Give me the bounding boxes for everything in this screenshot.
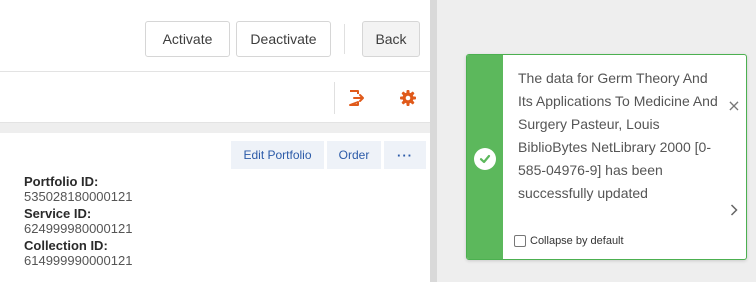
- deactivate-button[interactable]: Deactivate: [236, 21, 331, 57]
- portfolio-id-label: Portfolio ID:: [24, 174, 99, 189]
- chevron-right-icon[interactable]: [726, 200, 742, 220]
- icon-toolbar: [0, 72, 430, 123]
- portfolio-id-value: 535028180000121: [24, 189, 133, 204]
- pane-resize-handle[interactable]: [430, 0, 437, 282]
- collapse-label: Collapse by default: [530, 235, 624, 247]
- edit-portfolio-button[interactable]: Edit Portfolio: [231, 141, 324, 169]
- toolbar-divider: [344, 24, 345, 54]
- order-button[interactable]: Order: [327, 141, 381, 169]
- service-id-label: Service ID:: [24, 206, 92, 221]
- collapse-by-default-option: Collapse by default: [514, 233, 624, 249]
- activate-button[interactable]: Activate: [145, 21, 230, 57]
- close-icon[interactable]: ×: [726, 95, 742, 115]
- top-toolbar: Activate Deactivate Back: [0, 0, 430, 72]
- toast-message: The data for Germ Theory And Its Applica…: [518, 70, 718, 201]
- collection-id-value: 614999990000121: [24, 253, 133, 268]
- export-icon[interactable]: [343, 85, 369, 111]
- gear-icon[interactable]: [395, 85, 421, 111]
- collapse-checkbox[interactable]: [514, 235, 526, 247]
- collection-id-label: Collection ID:: [24, 238, 108, 253]
- section-separator: [0, 123, 430, 133]
- check-circle-icon: [474, 148, 496, 170]
- portfolio-details: Portfolio ID: 535028180000121 Service ID…: [24, 174, 132, 270]
- success-toast: The data for Germ Theory And Its Applica…: [466, 54, 747, 260]
- toast-status-bar: [467, 55, 503, 259]
- notification-area: The data for Germ Theory And Its Applica…: [437, 0, 756, 282]
- service-id-value: 624999980000121: [24, 221, 133, 236]
- record-pane: Activate Deactivate Back Edit Portfolio …: [0, 0, 430, 282]
- portfolio-actions: Edit Portfolio Order ···: [0, 141, 430, 169]
- more-actions-button[interactable]: ···: [384, 141, 426, 169]
- iconbar-divider: [334, 82, 335, 114]
- back-button[interactable]: Back: [362, 21, 420, 57]
